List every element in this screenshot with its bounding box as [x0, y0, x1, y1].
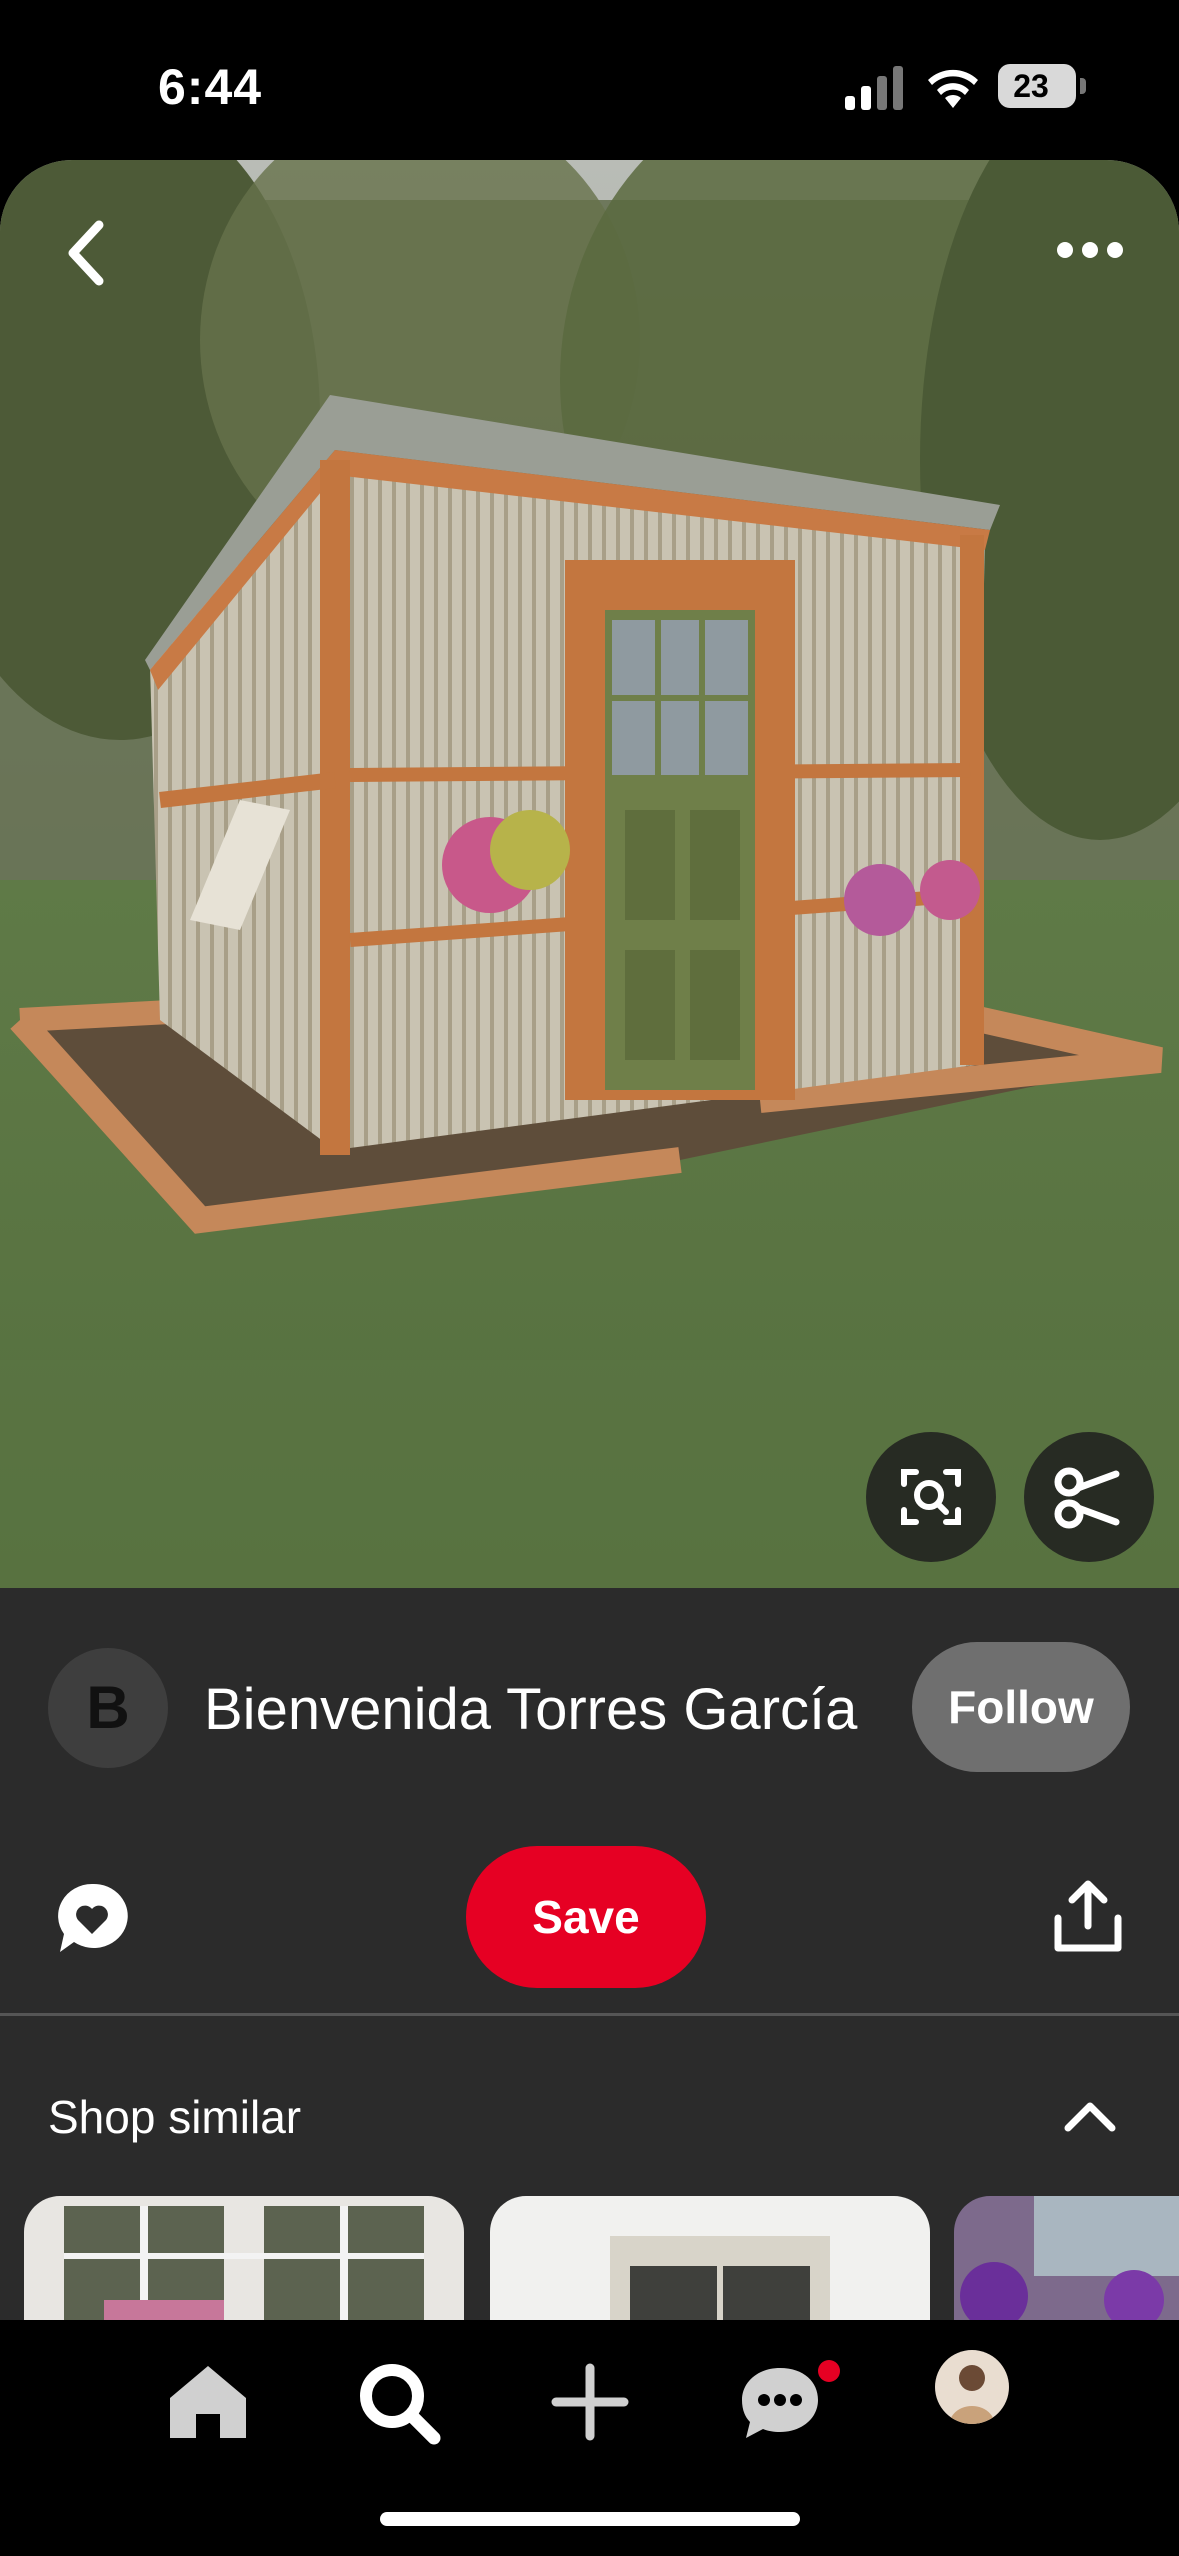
product-image [490, 2196, 930, 2320]
chevron-up-icon[interactable] [1060, 2096, 1120, 2136]
status-time: 6:44 [158, 59, 263, 115]
battery-level: 23 [1013, 68, 1049, 104]
battery-icon: 23 [998, 64, 1076, 108]
shop-item-2[interactable] [490, 2196, 930, 2320]
author-name[interactable]: Bienvenida Torres García [204, 1676, 857, 1743]
share-icon[interactable] [1052, 1878, 1124, 1954]
product-image [954, 2196, 1179, 2320]
profile-avatar[interactable] [935, 2350, 1009, 2424]
visual-search-button[interactable] [866, 1432, 996, 1562]
back-button[interactable] [55, 215, 119, 291]
follow-button[interactable]: Follow [912, 1642, 1130, 1772]
battery-cap [1080, 78, 1086, 94]
author-avatar[interactable]: B [48, 1648, 168, 1768]
create-icon[interactable] [540, 2352, 640, 2452]
search-icon[interactable] [348, 2352, 448, 2452]
shop-item-1[interactable] [24, 2196, 464, 2320]
greenhouse-shed-photo [0, 160, 1179, 1588]
notification-badge [818, 2360, 840, 2382]
section-divider [0, 2013, 1179, 2016]
pin-detail-panel: B Bienvenida Torres García Follow Save S… [0, 1588, 1179, 2320]
shop-item-3[interactable] [954, 2196, 1179, 2320]
pin-image[interactable] [0, 160, 1179, 1588]
product-image [24, 2196, 464, 2320]
wifi-icon [928, 69, 978, 108]
cellular-signal-icon [845, 66, 903, 110]
save-button[interactable]: Save [466, 1846, 706, 1988]
profile-photo [935, 2350, 1009, 2424]
messages-icon[interactable] [730, 2352, 830, 2452]
cutout-button[interactable] [1024, 1432, 1154, 1562]
comment-heart-icon[interactable] [52, 1878, 132, 1958]
scissors-icon [1054, 1467, 1120, 1529]
shop-similar-title: Shop similar [48, 2091, 302, 2143]
more-options-button[interactable] [1055, 230, 1125, 270]
status-bar: 6:44 23 [0, 0, 1179, 160]
home-icon[interactable] [158, 2352, 258, 2452]
home-indicator [380, 2512, 800, 2526]
visual-search-icon [901, 1469, 961, 1525]
